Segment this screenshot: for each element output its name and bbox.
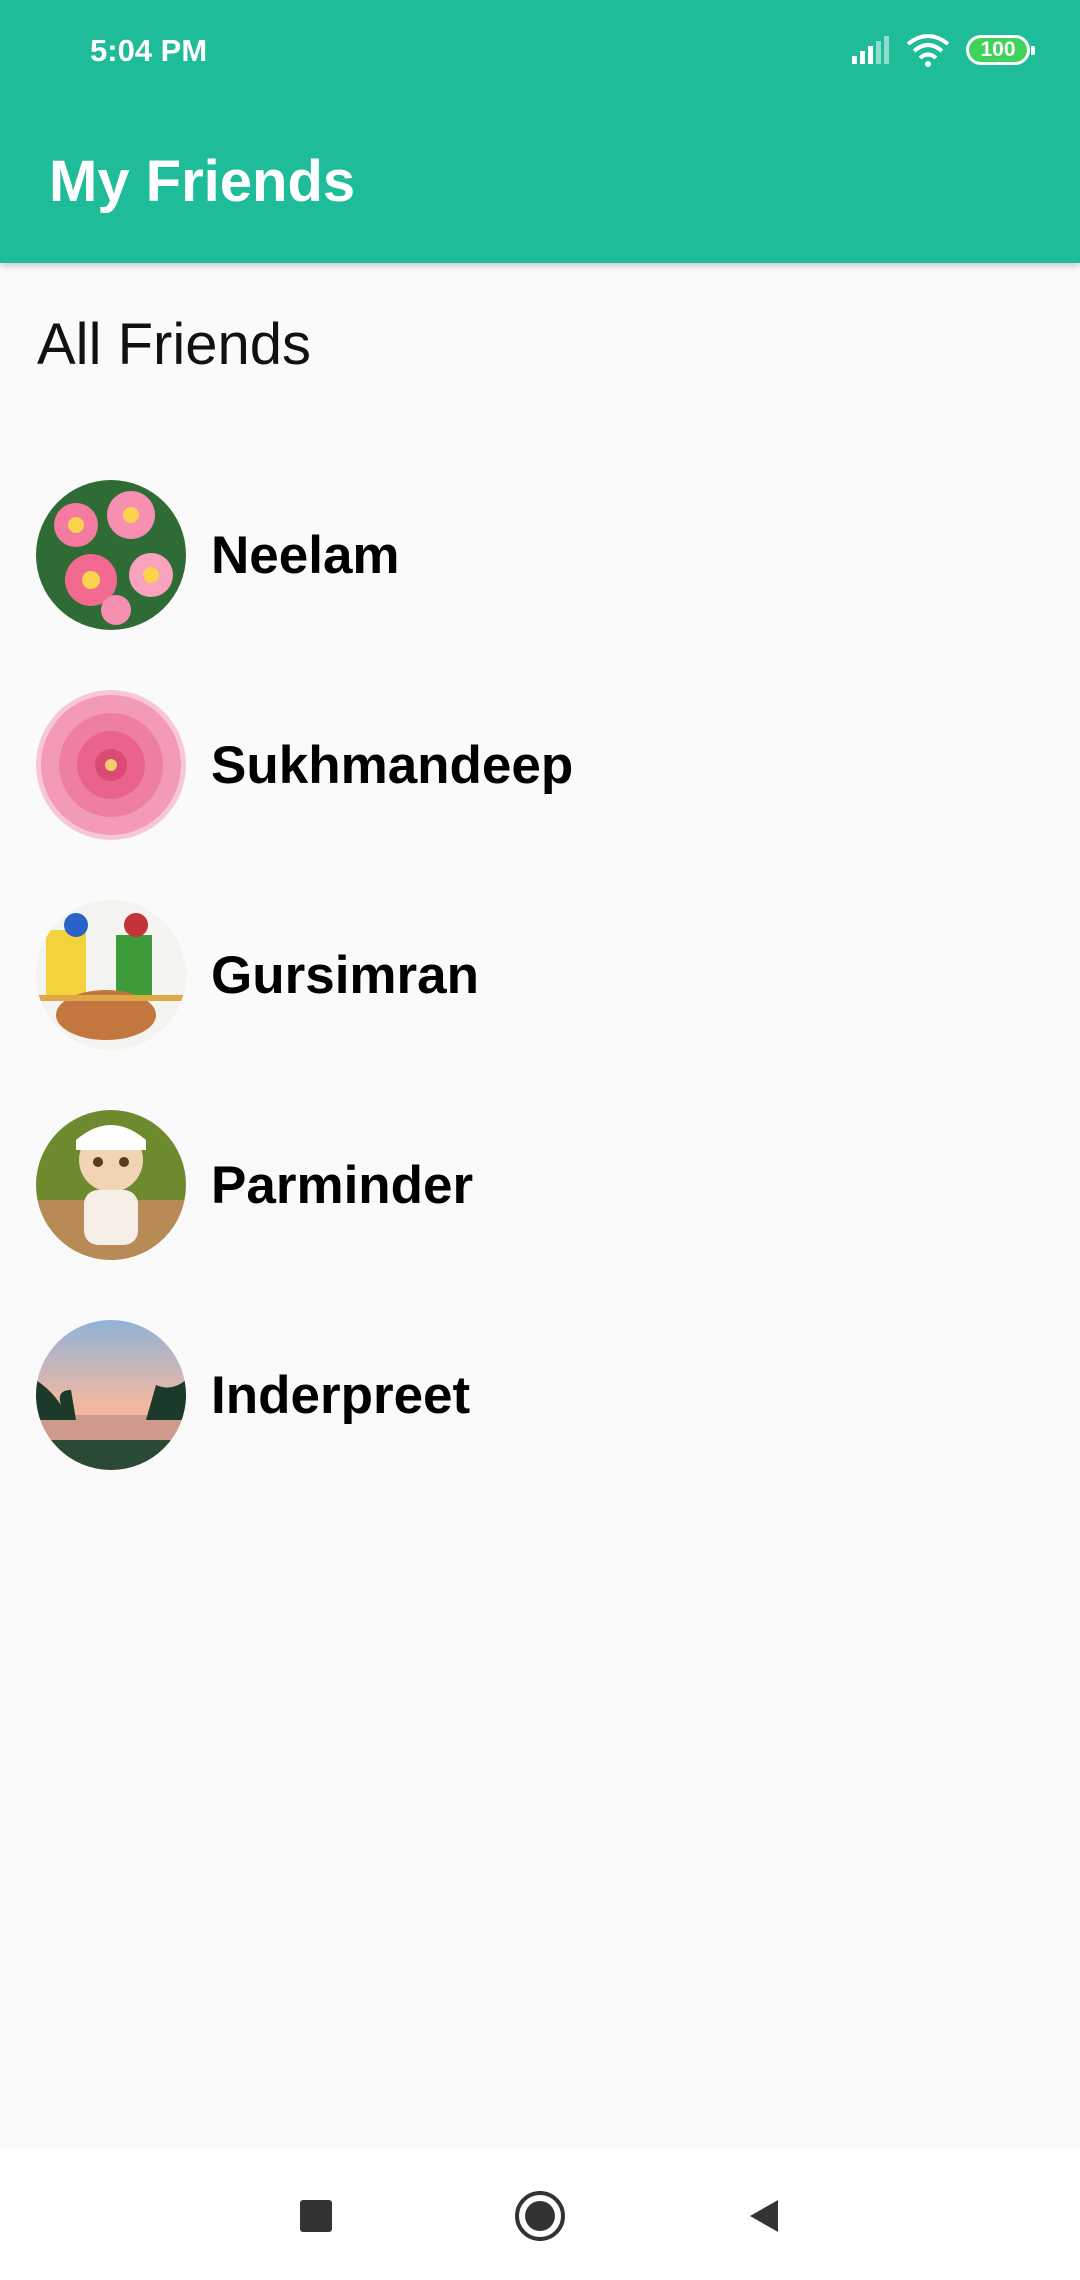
list-item[interactable]: Neelam (0, 450, 1080, 660)
avatar (36, 1320, 186, 1470)
status-icons: 100 (850, 30, 1035, 70)
list-item[interactable]: Gursimran (0, 870, 1080, 1080)
friend-name: Parminder (211, 1155, 474, 1215)
app-bar: 5:04 PM 100 My Friends (0, 0, 1080, 263)
friend-list: Neelam Sukhmandeep Gursimran Parminder I… (0, 450, 1080, 1500)
avatar (36, 480, 186, 630)
wifi-icon (906, 34, 950, 67)
friend-name: Inderpreet (211, 1365, 471, 1425)
section-title: All Friends (37, 312, 311, 377)
back-triangle-icon[interactable] (734, 2186, 794, 2246)
list-item[interactable]: Parminder (0, 1080, 1080, 1290)
recents-square-icon[interactable] (286, 2186, 346, 2246)
avatar (36, 900, 186, 1050)
list-item[interactable]: Sukhmandeep (0, 660, 1080, 870)
home-circle-icon[interactable] (510, 2186, 570, 2246)
signal-icon (852, 36, 889, 64)
friend-name: Gursimran (211, 945, 480, 1005)
status-time: 5:04 PM (90, 33, 208, 68)
friend-name: Sukhmandeep (211, 735, 574, 795)
list-item[interactable]: Inderpreet (0, 1290, 1080, 1500)
avatar (36, 1110, 186, 1260)
system-nav-bar (0, 2148, 1080, 2280)
avatar (36, 690, 186, 840)
battery-icon: 100 (966, 35, 1035, 65)
page-title: My Friends (49, 149, 356, 214)
friend-name: Neelam (211, 525, 400, 585)
